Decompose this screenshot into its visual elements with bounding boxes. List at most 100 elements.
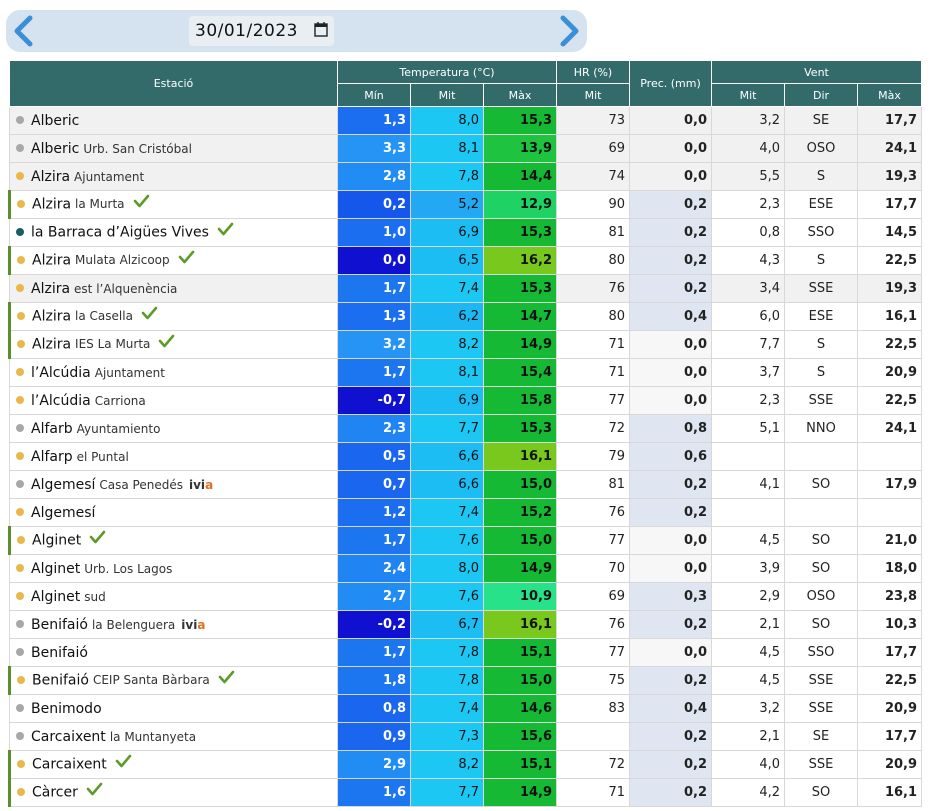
table-row[interactable]: Alginet 1,7 7,6 15,0 77 0,0 4,5 SO 21,0 (8, 526, 923, 555)
table-row[interactable]: Benifaió CEIP Santa Bàrbara 1,8 7,8 15,0 75 0,… (8, 666, 923, 695)
station-name[interactable]: Alfarp (31, 449, 73, 465)
table-row[interactable]: l’Alcúdia Ajuntament 1,7 8,1 15,4 71 0,0 3,7 S 20… (9, 358, 923, 387)
station-cell[interactable]: Algemesí Casa Penedés ivia (9, 470, 338, 499)
table-row[interactable]: Alzira Mulata Alzicoop 0,0 6,5 16,2 80 0,2 4,3 S… (8, 246, 923, 275)
station-name[interactable]: Algemesí (31, 505, 95, 521)
table-row[interactable]: Alzira est l’Alquenència 1,7 7,4 15,3 76 0,2 3,… (9, 274, 923, 303)
wind-mit-cell: 3,7 (711, 358, 786, 387)
station-cell[interactable]: l’Alcúdia Carriona (9, 386, 338, 415)
header-hr-mit[interactable]: Mit (556, 83, 631, 107)
station-name[interactable]: la Barraca d’Aigües Vives (31, 224, 209, 240)
station-name[interactable]: Benifaió (31, 617, 88, 633)
station-name[interactable]: Carcaixent (31, 729, 106, 745)
station-cell[interactable]: Carcaixent (8, 750, 338, 779)
table-row[interactable]: Benifaió la Belenguera ivia -0,2 6,7 16,1 76 0,… (9, 610, 923, 639)
table-row[interactable]: Carcaixent 2,9 8,2 15,1 72 0,2 4,0 SSE 20,9 (8, 750, 923, 779)
table-row[interactable]: Alzira IES La Murta 3,2 8,2 14,9 71 0,0 7,7 S 22,… (8, 330, 923, 359)
station-name[interactable]: Alzira (32, 196, 71, 212)
table-row[interactable]: Benifaió 1,7 7,8 15,1 77 0,0 4,5 SSO 17,7 (9, 638, 923, 667)
table-row[interactable]: Carcaixent la Muntanyeta 0,9 7,3 15,6 0,2 2,1 S… (9, 722, 923, 751)
station-name[interactable]: l’Alcúdia (31, 393, 91, 409)
station-name[interactable]: Alzira (32, 336, 71, 352)
table-row[interactable]: Alzira la Casella 1,3 6,2 14,7 80 0,4 6,0 ESE 16,… (8, 302, 923, 331)
table-row[interactable]: Alberic 1,3 8,0 15,3 73 0,0 3,2 SE 17,7 (9, 106, 923, 135)
station-name[interactable]: Alginet (31, 561, 80, 577)
table-row[interactable]: Alginet sud 2,7 7,6 10,9 69 0,3 2,9 OSO 23,8 (9, 582, 923, 611)
header-wind-max[interactable]: Màx (857, 83, 923, 107)
table-row[interactable]: l’Alcúdia Carriona -0,7 6,9 15,8 77 0,0 2,3 SSE 2… (9, 386, 923, 415)
station-cell[interactable]: Càrcer (8, 778, 338, 807)
header-wind-mit[interactable]: Mit (711, 83, 786, 107)
table-row[interactable]: Alfarp el Puntal 0,5 6,6 16,1 79 0,6 (9, 442, 923, 471)
header-temp-max[interactable]: Màx (482, 83, 558, 107)
table-row[interactable]: Alzira la Murta 0,2 5,2 12,9 90 0,2 2,3 ESE 17,7 (8, 190, 923, 219)
header-prec[interactable]: Prec. (mm) (629, 60, 713, 107)
header-station[interactable]: Estació (9, 60, 338, 107)
date-input[interactable]: 30/01/2023 (189, 16, 334, 46)
station-name[interactable]: l’Alcúdia (31, 365, 91, 381)
station-name[interactable]: Alginet (32, 532, 81, 548)
station-cell[interactable]: Algemesí (9, 498, 338, 527)
header-temp-min[interactable]: Mín (337, 83, 411, 107)
table-row[interactable]: Càrcer 1,6 7,7 14,9 71 0,2 4,2 SO 16,1 (8, 778, 923, 807)
temp-min-cell: 1,3 (337, 302, 411, 331)
station-name[interactable]: Alberic (31, 113, 79, 129)
table-row[interactable]: Alfarb Ayuntamiento 2,3 7,7 15,3 72 0,8 5,1 NNO 2… (9, 414, 923, 443)
station-cell[interactable]: Alzira la Murta (8, 190, 338, 219)
station-cell[interactable]: Alzira Mulata Alzicoop (8, 246, 338, 275)
header-wind-dir[interactable]: Dir (784, 83, 859, 107)
chevron-right-icon[interactable] (555, 13, 585, 49)
table-row[interactable]: Alzira Ajuntament 2,8 7,8 14,4 74 0,0 5,5 S 19,3 (9, 162, 923, 191)
station-cell[interactable]: Alfarb Ayuntamiento (9, 414, 338, 443)
station-cell[interactable]: Carcaixent la Muntanyeta (9, 722, 338, 751)
station-cell[interactable]: Alberic (9, 106, 338, 135)
station-name[interactable]: Benifaió (31, 645, 88, 661)
station-name[interactable]: Alzira (31, 169, 70, 185)
table-row[interactable]: Alginet Urb. Los Lagos 2,4 8,0 14,9 70 0,0 3,9 S… (9, 554, 923, 583)
station-cell[interactable]: Alginet Urb. Los Lagos (9, 554, 338, 583)
wind-dir-cell: SSO (784, 218, 859, 247)
station-cell[interactable]: Benifaió (9, 638, 338, 667)
humidity-cell: 77 (556, 526, 631, 555)
station-cell[interactable]: Alginet (8, 526, 338, 555)
station-name[interactable]: Benifaió (32, 672, 89, 688)
station-cell[interactable]: Alzira Ajuntament (9, 162, 338, 191)
station-name[interactable]: Alfarb (31, 421, 73, 437)
table-row[interactable]: Alberic Urb. San Cristóbal 3,3 8,1 13,9 69 0,0… (9, 134, 923, 163)
station-cell[interactable]: l’Alcúdia Ajuntament (9, 358, 338, 387)
station-cell[interactable]: Alzira IES La Murta (8, 330, 338, 359)
station-name[interactable]: Algemesí (31, 477, 95, 493)
station-name[interactable]: Carcaixent (32, 756, 107, 772)
station-cell[interactable]: Alzira est l’Alquenència (9, 274, 338, 303)
temp-min-cell: 2,8 (337, 162, 411, 191)
station-cell[interactable]: Alginet sud (9, 582, 338, 611)
station-cell[interactable]: Benifaió la Belenguera ivia (9, 610, 338, 639)
station-name[interactable]: Càrcer (32, 784, 78, 800)
table-row[interactable]: Algemesí 1,2 7,4 15,2 76 0,2 (9, 498, 923, 527)
station-name[interactable]: Alginet (31, 589, 80, 605)
calendar-icon[interactable] (314, 21, 328, 41)
station-name[interactable]: Alzira (32, 308, 71, 324)
chevron-left-icon[interactable] (8, 13, 38, 49)
table-row[interactable]: Algemesí Casa Penedés ivia 0,7 6,6 15,0 81 0,2 4… (9, 470, 923, 499)
temp-mit-cell: 8,2 (410, 750, 484, 779)
table-row[interactable]: la Barraca d’Aigües Vives 1,0 6,9 15,3 81 0,2… (9, 218, 923, 247)
header-temp-mit[interactable]: Mit (410, 83, 484, 107)
station-name[interactable]: Benimodo (31, 701, 102, 717)
station-cell[interactable]: Benifaió CEIP Santa Bàrbara (8, 666, 338, 695)
station-cell[interactable]: Alberic Urb. San Cristóbal (9, 134, 338, 163)
station-status-dot-icon (16, 564, 24, 572)
station-cell[interactable]: la Barraca d’Aigües Vives (9, 218, 338, 247)
temp-mit-cell: 7,6 (410, 582, 484, 611)
station-location: Casa Penedés (99, 477, 183, 492)
station-cell[interactable]: Alzira la Casella (8, 302, 338, 331)
station-cell[interactable]: Alfarp el Puntal (9, 442, 338, 471)
station-location: Urb. San Cristóbal (83, 141, 192, 156)
temp-mit-cell: 6,9 (410, 386, 484, 415)
station-name[interactable]: Alberic (31, 141, 79, 157)
table-row[interactable]: Benimodo 0,8 7,4 14,6 83 0,4 3,2 SSE 20,9 (9, 694, 923, 723)
station-name[interactable]: Alzira (32, 252, 71, 268)
station-name[interactable]: Alzira (31, 281, 70, 297)
temp-min-cell: 3,2 (337, 330, 411, 359)
station-cell[interactable]: Benimodo (9, 694, 338, 723)
